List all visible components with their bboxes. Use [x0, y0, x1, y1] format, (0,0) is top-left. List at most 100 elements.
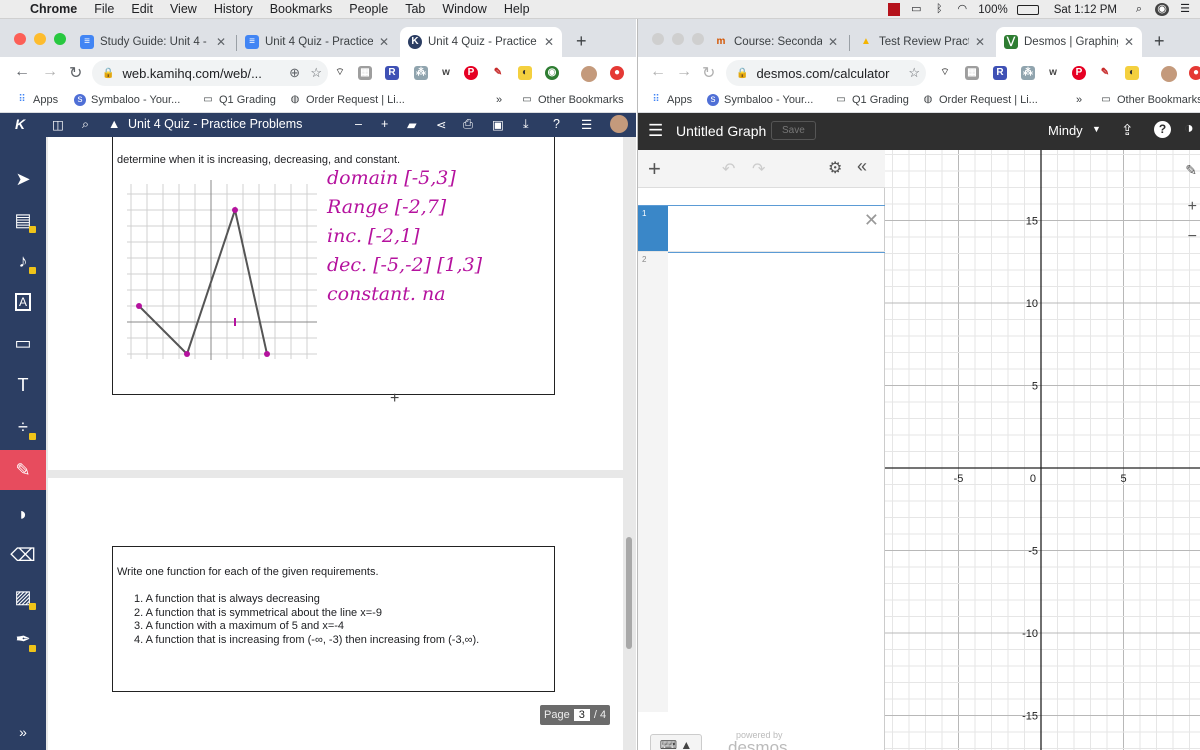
- menu-bookmarks[interactable]: Bookmarks: [270, 2, 333, 16]
- select-tool-button[interactable]: ➤: [0, 159, 46, 199]
- page-indicator[interactable]: Page 3 / 4: [540, 705, 611, 725]
- close-tab-icon[interactable]: ✕: [1124, 35, 1134, 49]
- undo-icon[interactable]: ↶: [722, 159, 735, 179]
- print-icon[interactable]: ⎙: [463, 117, 473, 132]
- sidebar-toggle-icon[interactable]: ◫: [52, 117, 64, 132]
- extension-r-icon[interactable]: R: [385, 66, 399, 80]
- close-tab-icon[interactable]: ✕: [975, 35, 985, 49]
- chevron-down-icon[interactable]: ▼: [1092, 124, 1101, 134]
- profile-avatar[interactable]: [1161, 66, 1177, 82]
- bookmark-q1-grading[interactable]: ▭ Q1 Grading: [835, 94, 909, 106]
- tab-desmos-active[interactable]: ⋁ Desmos | Graphing ✕: [996, 27, 1142, 57]
- bookmark-other[interactable]: ▭ Other Bookmarks: [521, 94, 623, 106]
- menubar-clock[interactable]: Sat 1:12 PM: [1054, 4, 1117, 16]
- notification-center-icon[interactable]: ☰: [1178, 3, 1192, 16]
- close-tab-icon[interactable]: ✕: [379, 35, 389, 49]
- red-app-icon[interactable]: [888, 3, 901, 16]
- help-icon[interactable]: ?: [553, 117, 560, 131]
- zoom-window-button[interactable]: [692, 33, 704, 45]
- comment-tool-button[interactable]: ▭: [0, 323, 46, 363]
- graph-paper[interactable]: -10-50515105-5-10-15 ✎ + −: [885, 150, 1200, 750]
- drawing-tool-button[interactable]: ✎: [0, 450, 46, 490]
- expand-sidebar-button[interactable]: »: [0, 712, 46, 750]
- pen-extension-icon[interactable]: ✎: [491, 66, 505, 80]
- eraser-tool-button[interactable]: ⌫: [0, 535, 46, 575]
- bookmark-order-request[interactable]: ◍ Order Request | Li...: [922, 94, 1038, 106]
- bluetooth-icon[interactable]: ᛒ: [932, 3, 946, 16]
- profile-avatar[interactable]: [581, 66, 597, 82]
- address-bar[interactable]: 🔒 desmos.com/calculator ☆: [726, 60, 926, 86]
- dictionary-tool-button[interactable]: ♪: [0, 241, 46, 281]
- language-globe-icon[interactable]: ◑: [1184, 120, 1194, 138]
- add-expression-icon[interactable]: +: [648, 156, 661, 182]
- bookmark-other[interactable]: ▭ Other Bookmarks: [1100, 94, 1200, 106]
- open-folder-icon[interactable]: ▰: [407, 117, 417, 132]
- help-icon[interactable]: ?: [1154, 121, 1171, 138]
- zoom-window-button[interactable]: [54, 33, 66, 45]
- minimize-window-button[interactable]: [34, 33, 46, 45]
- zoom-in-button[interactable]: +: [381, 117, 388, 131]
- graph-title[interactable]: Untitled Graph: [676, 123, 766, 139]
- pen-extension-icon[interactable]: ✎: [1098, 66, 1112, 80]
- signature-tool-button[interactable]: ✒: [0, 619, 46, 659]
- extension-grid-icon[interactable]: ▦: [965, 66, 979, 80]
- close-tab-icon[interactable]: ✕: [544, 35, 554, 49]
- keypad-toggle[interactable]: ⌨ ▲: [650, 734, 702, 750]
- bookmark-star-icon[interactable]: ☆: [310, 65, 322, 81]
- menu-edit[interactable]: Edit: [131, 2, 153, 16]
- screencast-icon[interactable]: ◉: [545, 66, 559, 80]
- wifi-icon[interactable]: ◠: [955, 3, 969, 16]
- extension-grid-icon[interactable]: ▦: [358, 66, 372, 80]
- menu-help[interactable]: Help: [504, 2, 530, 16]
- tab-unit4-quiz-1[interactable]: ≡ Unit 4 Quiz - Practice P ✕: [237, 27, 397, 57]
- pinterest-icon[interactable]: P: [464, 66, 478, 80]
- bookmarks-overflow[interactable]: »: [496, 94, 502, 106]
- bookmark-symbaloo[interactable]: s Symbaloo - Your...: [74, 94, 180, 106]
- user-menu[interactable]: Mindy: [1048, 123, 1083, 138]
- extension-yellow-icon[interactable]: ◐: [518, 66, 532, 80]
- minimize-window-button[interactable]: [672, 33, 684, 45]
- pinterest-icon[interactable]: P: [1072, 66, 1086, 80]
- redo-icon[interactable]: ↷: [752, 159, 765, 179]
- extension-share-icon[interactable]: ⁂: [1021, 66, 1035, 80]
- search-icon[interactable]: ⌕: [82, 117, 89, 132]
- bookmark-apps[interactable]: ⠿ Apps: [16, 94, 58, 106]
- extension-w-icon[interactable]: w: [439, 66, 453, 80]
- equation-tool-button[interactable]: A: [0, 282, 46, 322]
- save-icon[interactable]: ▣: [492, 117, 504, 132]
- close-tab-icon[interactable]: ✕: [216, 35, 226, 49]
- bookmark-order-request[interactable]: ◍ Order Request | Li...: [289, 94, 405, 106]
- menu-app-name[interactable]: Chrome: [30, 2, 77, 16]
- download-icon[interactable]: ⤓: [523, 117, 529, 132]
- save-button[interactable]: Save: [771, 121, 816, 140]
- zoom-out-button[interactable]: –: [355, 117, 362, 131]
- close-window-button[interactable]: [652, 33, 664, 45]
- vertical-scrollbar[interactable]: [626, 537, 632, 649]
- page-number-input[interactable]: 3: [573, 709, 590, 721]
- close-window-button[interactable]: [14, 33, 26, 45]
- share-graph-icon[interactable]: ⇪: [1121, 121, 1134, 139]
- add-icon[interactable]: ⊕: [289, 65, 300, 81]
- expression-row-1[interactable]: 1 ✕: [638, 205, 886, 253]
- extension-eye-icon[interactable]: ⌔: [333, 66, 347, 80]
- airplay-icon[interactable]: ▭: [909, 3, 923, 16]
- menu-icon[interactable]: ☰: [581, 117, 592, 132]
- reload-icon[interactable]: ↻: [69, 63, 82, 83]
- zoom-in-icon[interactable]: +: [1188, 198, 1197, 216]
- extension-w-icon[interactable]: w: [1046, 66, 1060, 80]
- tab-study-guide[interactable]: ≡ Study Guide: Unit 4 - G ✕: [72, 27, 234, 57]
- bookmark-apps[interactable]: ⠿ Apps: [650, 94, 692, 106]
- menu-history[interactable]: History: [214, 2, 253, 16]
- new-tab-button[interactable]: +: [1154, 31, 1165, 52]
- expression-row-2[interactable]: 2: [638, 252, 885, 312]
- zoom-out-icon[interactable]: −: [1188, 228, 1197, 246]
- menu-window[interactable]: Window: [442, 2, 486, 16]
- siri-icon[interactable]: ◉: [1155, 3, 1169, 16]
- new-tab-button[interactable]: +: [576, 31, 587, 52]
- bookmark-star-icon[interactable]: ☆: [908, 65, 920, 81]
- battery-icon[interactable]: [1016, 4, 1039, 15]
- extension-yellow-icon[interactable]: ◐: [1125, 66, 1139, 80]
- close-tab-icon[interactable]: ✕: [828, 35, 838, 49]
- back-icon[interactable]: ←: [650, 63, 666, 81]
- wrench-icon[interactable]: ✎: [1185, 162, 1197, 179]
